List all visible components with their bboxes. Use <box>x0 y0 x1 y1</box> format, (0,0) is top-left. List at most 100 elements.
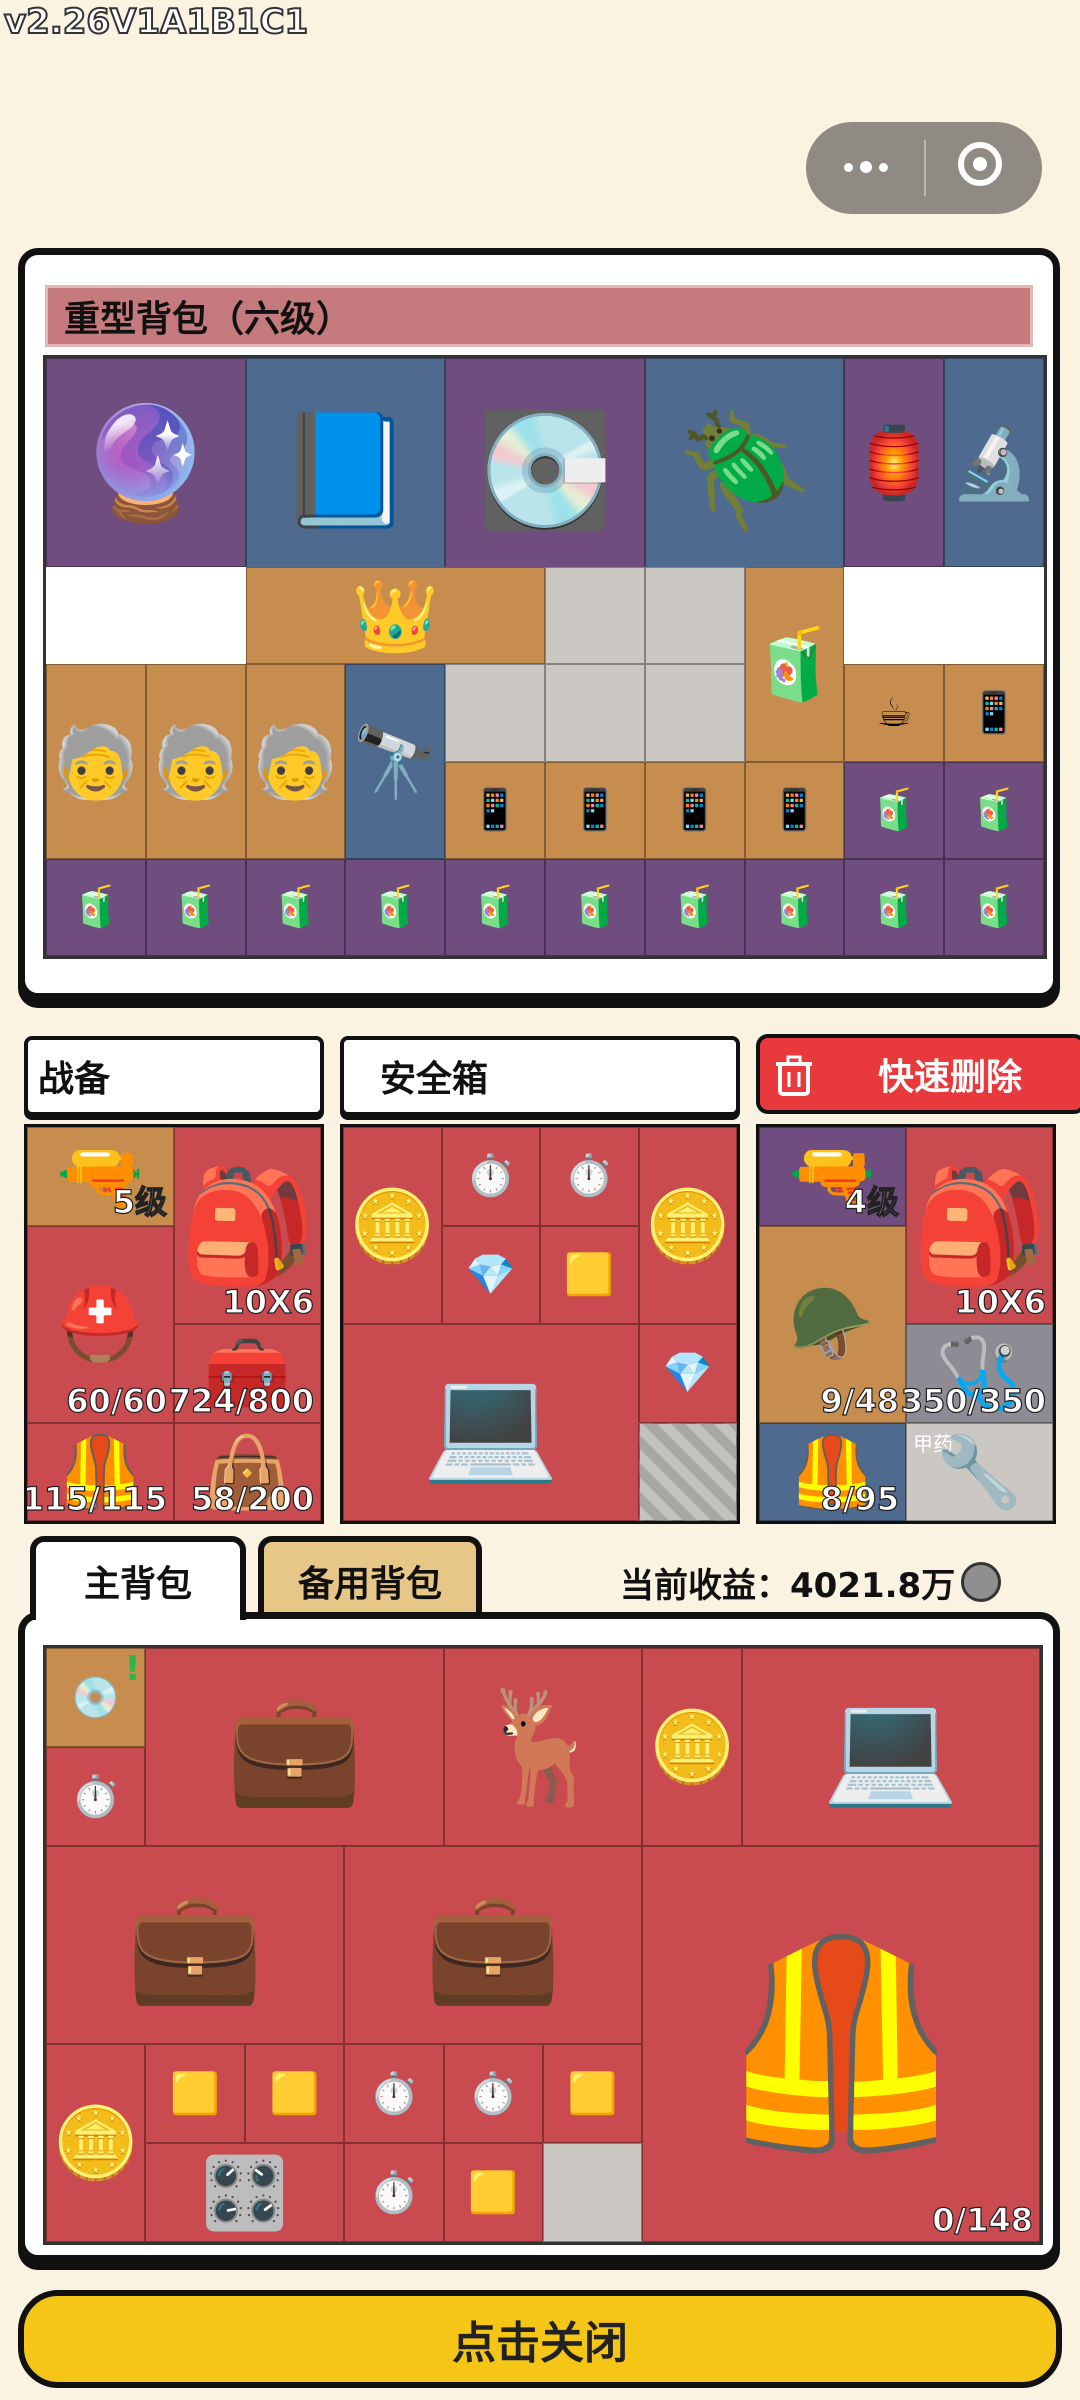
case-slot[interactable]: 🧰 724/800 <box>168 1324 321 1423</box>
item-juice-box[interactable]: 🧃 <box>944 761 1044 859</box>
pocket-watch-icon: ⏱️ <box>70 1773 121 1820</box>
item-pocket-watch[interactable]: ⏱️ <box>46 1747 146 1846</box>
item-gold-card[interactable]: 🟨 <box>540 1225 639 1324</box>
target-icon[interactable] <box>958 142 1002 186</box>
enemy-medkit-slot[interactable]: 🩺 350/350 <box>900 1324 1053 1423</box>
armor-slot[interactable]: 🦺 115/115 <box>27 1422 174 1521</box>
item-phone[interactable]: 📱 <box>545 761 645 859</box>
more-dots-icon[interactable] <box>836 152 896 182</box>
item-coffee-box[interactable]: 🧃 <box>744 567 845 762</box>
item-graphics-card[interactable]: 🎛️ <box>145 2143 345 2242</box>
pocket-watch-icon: ⏱️ <box>468 2070 519 2117</box>
enemy-weapon-slot[interactable]: 🔫 4级 <box>759 1127 906 1226</box>
item-juice-box[interactable]: 🧃 <box>345 858 446 956</box>
enemy-helmet-slot[interactable]: 🪖 9/48 <box>759 1225 906 1423</box>
enemy-armor-slot[interactable]: 🦺 8/95 <box>759 1422 906 1521</box>
item-figurine[interactable]: 🧓 <box>46 664 146 859</box>
enemy-backpack-slot[interactable]: 🎒 10X6 <box>906 1127 1053 1324</box>
item-gold-bar[interactable]: 🪙 <box>638 1127 737 1324</box>
microscope-icon: 🔬 <box>950 421 1038 504</box>
item-juice-box[interactable]: 🧃 <box>145 858 246 956</box>
item-phone[interactable]: 📱 <box>944 664 1044 762</box>
item-military-case[interactable]: 💼 <box>344 1846 643 2044</box>
item-phone[interactable]: 📱 <box>644 761 745 859</box>
empty-slot[interactable] <box>644 664 745 762</box>
weapon-slot[interactable]: 🔫 5级 <box>27 1127 174 1226</box>
item-figurine[interactable]: 🧓 <box>145 664 246 859</box>
empty-slot[interactable] <box>445 664 545 762</box>
item-circuit-board[interactable]: 💽 <box>445 358 645 582</box>
enemy-gear-grid: 🔫 4级 🎒 10X6 🪖 9/48 🩺 350/350 🦺 8/95 甲药 🔧 <box>756 1124 1056 1524</box>
item-gold-bar[interactable]: 🪙 <box>343 1127 442 1324</box>
enemy-armor-durability: 8/95 <box>820 1479 900 1518</box>
item-military-case[interactable]: 💼 <box>46 1846 345 2044</box>
item-phone[interactable]: 📱 <box>744 761 845 859</box>
item-pocket-watch[interactable]: ⏱️ <box>540 1127 639 1226</box>
item-juice-box[interactable]: 🧃 <box>545 858 645 956</box>
income-value: 4021.8万 <box>790 1565 956 1606</box>
item-gold-bar[interactable]: 🪙 <box>46 2044 146 2242</box>
empty-slot[interactable] <box>543 2143 643 2242</box>
item-coffee-cup[interactable]: ☕ <box>844 664 945 762</box>
empty-slot[interactable] <box>644 567 745 665</box>
item-gold-bar[interactable]: 🪙 <box>642 1648 742 1846</box>
item-mech-bug[interactable]: 🪲 <box>644 358 845 582</box>
item-juice-box[interactable]: 🧃 <box>644 858 745 956</box>
empty-slot[interactable] <box>545 567 645 665</box>
pocket-watch-icon: ⏱️ <box>465 1153 516 1200</box>
quick-delete-button[interactable]: 快速删除 <box>756 1034 1080 1114</box>
item-comic-book[interactable]: 📘 <box>245 358 446 582</box>
enemy-empty-slot[interactable]: 甲药 🔧 <box>906 1422 1053 1521</box>
backpack-slot[interactable]: 🎒 10X6 <box>174 1127 321 1324</box>
item-gold-card[interactable]: 🟨 <box>244 2044 345 2143</box>
item-juice-box[interactable]: 🧃 <box>844 858 945 956</box>
item-military-case[interactable]: 💼 <box>145 1648 444 1846</box>
item-diamond[interactable]: 💎 <box>441 1225 540 1324</box>
item-pocket-watch[interactable]: ⏱️ <box>441 1127 540 1226</box>
item-gold-card[interactable]: 🟨 <box>543 2044 643 2143</box>
item-gold-card[interactable]: 🟨 <box>145 2044 245 2143</box>
item-crown[interactable]: 👑 <box>245 567 545 665</box>
backpack-icon: 🎒 <box>179 1161 316 1290</box>
item-laptop[interactable]: 💻 <box>343 1324 639 1521</box>
pocket-watch-icon: ⏱️ <box>564 1153 615 1200</box>
item-pocket-watch[interactable]: ⏱️ <box>344 2143 444 2242</box>
close-button[interactable]: 点击关闭 <box>18 2290 1062 2388</box>
enemy-weapon-level: 4级 <box>844 1182 899 1221</box>
item-juice-box[interactable]: 🧃 <box>744 858 845 956</box>
item-juice-box[interactable]: 🧃 <box>46 858 146 956</box>
item-juice-box[interactable]: 🧃 <box>944 858 1044 956</box>
item-golden-deer[interactable]: 🦌 <box>443 1648 643 1846</box>
item-microscope[interactable]: 🔬 <box>944 358 1044 568</box>
gold-bar-icon: 🪙 <box>348 1184 436 1267</box>
item-armor-vest[interactable]: 🦺 0/148 <box>642 1846 1040 2242</box>
item-phone[interactable]: 📱 <box>445 761 545 859</box>
item-lantern[interactable]: 🏮 <box>844 358 945 568</box>
phone-icon: 📱 <box>470 787 520 834</box>
item-laptop[interactable]: 💻 <box>741 1648 1040 1846</box>
income-display: 当前收益： 4021.8万 <box>620 1556 1002 1608</box>
tab-spare-bag[interactable]: 备用背包 <box>258 1536 482 1620</box>
item-juice-box[interactable]: 🧃 <box>245 858 346 956</box>
empty-slot[interactable] <box>545 664 645 762</box>
item-cd[interactable]: 💿! <box>46 1648 146 1747</box>
phone-icon: 📱 <box>669 787 720 834</box>
item-pocket-watch[interactable]: ⏱️ <box>443 2044 543 2143</box>
item-binoculars[interactable]: 🔭 <box>345 664 446 859</box>
helmet-durability: 60/60 <box>66 1381 168 1420</box>
military-case-icon: 💼 <box>226 1683 363 1811</box>
item-diamond[interactable]: 💎 <box>638 1324 737 1423</box>
item-juice-box[interactable]: 🧃 <box>445 858 545 956</box>
main-bag-panel: 💿! ⏱️ 💼 🦌 🪙 💻 💼 💼 🦺 0/148 🪙 🟨 🟨 ⏱️ ⏱️ 🟨 🎛… <box>18 1612 1060 2262</box>
item-pocket-watch[interactable]: ⏱️ <box>344 2044 444 2143</box>
item-juice-box[interactable]: 🧃 <box>844 761 945 859</box>
tab-main-bag[interactable]: 主背包 <box>30 1536 246 1620</box>
helmet-slot[interactable]: ⛑️ 60/60 <box>27 1225 174 1423</box>
bag-slot[interactable]: 👜 58/200 <box>174 1422 321 1521</box>
item-figurine[interactable]: 🧓 <box>245 664 346 859</box>
item-dodecahedron[interactable]: 🔮 <box>46 358 246 568</box>
figurine-icon: 🧓 <box>251 720 340 803</box>
gold-bar-icon: 🪙 <box>644 1184 732 1267</box>
item-gold-card[interactable]: 🟨 <box>443 2143 543 2242</box>
juice-box-icon: 🧃 <box>470 884 520 931</box>
